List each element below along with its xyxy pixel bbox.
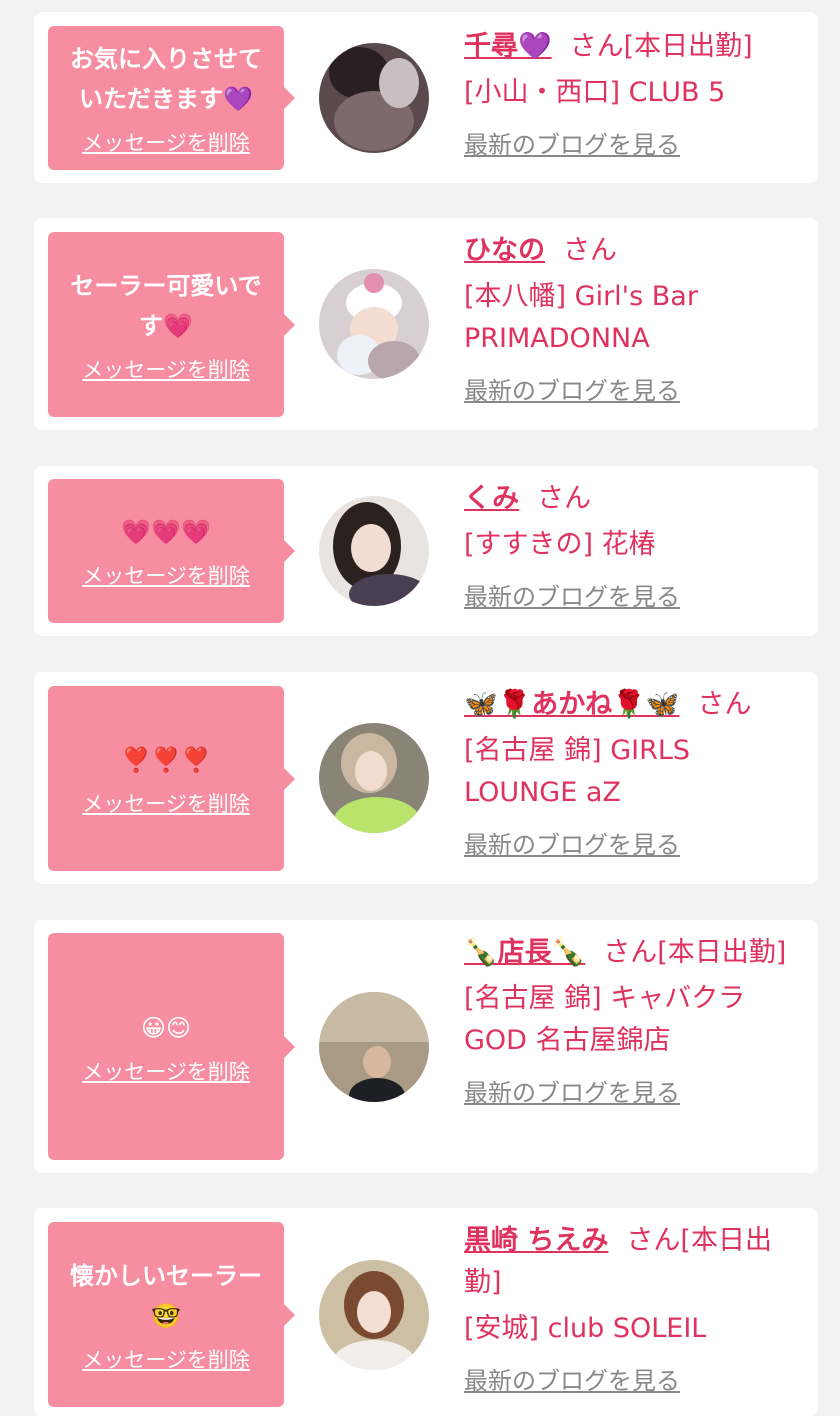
message-text: セーラー可愛いです💗 bbox=[70, 271, 262, 340]
avatar[interactable] bbox=[319, 723, 429, 833]
cast-info: 千尋💜 さん[本日出勤] [小山・西口] CLUB 5 最新のブログを見る bbox=[464, 26, 804, 162]
favorites-list: お気に入りさせていただきます💜 メッセージを削除 千尋💜 さん[本日出勤] [小山… bbox=[0, 0, 840, 1416]
message-bubble: 💗💗💗 メッセージを削除 bbox=[48, 479, 295, 623]
favorite-card: セーラー可愛いです💗 メッセージを削除 ひなの さん [本八幡] Girl's B… bbox=[34, 218, 818, 430]
cast-name-link[interactable]: ひなの bbox=[464, 235, 545, 266]
favorite-card: ❣️❣️❣️ メッセージを削除 🦋🌹あかね🌹🦋 さん [名古屋 錦] GIRLS … bbox=[34, 672, 818, 884]
cast-status: さん bbox=[697, 689, 752, 720]
message-bubble: 😀😊 メッセージを削除 bbox=[48, 933, 295, 1160]
message-text: お気に入りさせていただきます💜 bbox=[70, 45, 262, 113]
avatar[interactable] bbox=[319, 43, 429, 153]
latest-blog-link[interactable]: 最新のブログを見る bbox=[464, 128, 680, 162]
latest-blog-link[interactable]: 最新のブログを見る bbox=[464, 374, 680, 408]
shop-name: [名古屋 錦] GIRLS LOUNGE aZ bbox=[464, 735, 691, 808]
favorite-card: お気に入りさせていただきます💜 メッセージを削除 千尋💜 さん[本日出勤] [小山… bbox=[34, 12, 818, 183]
cast-info: くみ さん [すすきの] 花椿 最新のブログを見る bbox=[464, 478, 804, 614]
cast-info: ひなの さん [本八幡] Girl's Bar PRIMADONNA 最新のブログ… bbox=[464, 230, 804, 408]
cast-info: 🍾店長🍾 さん[本日出勤] [名古屋 錦] キャバクラGOD 名古屋錦店 最新のブ… bbox=[464, 932, 804, 1110]
delete-message-link[interactable]: メッセージを削除 bbox=[82, 1346, 250, 1374]
cast-info: 🦋🌹あかね🌹🦋 さん [名古屋 錦] GIRLS LOUNGE aZ 最新のブログ… bbox=[464, 684, 804, 862]
message-bubble: 懐かしいセーラー🤓 メッセージを削除 bbox=[48, 1222, 295, 1407]
message-bubble: セーラー可愛いです💗 メッセージを削除 bbox=[48, 232, 295, 417]
delete-message-link[interactable]: メッセージを削除 bbox=[82, 562, 250, 590]
favorite-card: 💗💗💗 メッセージを削除 くみ さん [すすきの] 花椿 最新のブログを見る bbox=[34, 466, 818, 636]
avatar[interactable] bbox=[319, 1260, 429, 1370]
shop-name: [名古屋 錦] キャバクラGOD 名古屋錦店 bbox=[464, 983, 746, 1056]
cast-name-link[interactable]: 🍾店長🍾 bbox=[464, 937, 585, 968]
cast-name-link[interactable]: 千尋💜 bbox=[464, 31, 552, 62]
favorite-card: 😀😊 メッセージを削除 🍾店長🍾 さん[本日出勤] [名古屋 錦] キャバクラGO… bbox=[34, 920, 818, 1173]
avatar[interactable] bbox=[319, 269, 429, 379]
latest-blog-link[interactable]: 最新のブログを見る bbox=[464, 1076, 680, 1110]
message-text: 懐かしいセーラー🤓 bbox=[70, 1261, 262, 1330]
message-text: 😀😊 bbox=[140, 1013, 192, 1042]
cast-status: さん bbox=[537, 483, 592, 514]
avatar[interactable] bbox=[319, 992, 429, 1102]
cast-name-link[interactable]: くみ bbox=[464, 483, 519, 514]
latest-blog-link[interactable]: 最新のブログを見る bbox=[464, 580, 680, 614]
cast-name-link[interactable]: 黒崎 ちえみ bbox=[464, 1225, 608, 1256]
latest-blog-link[interactable]: 最新のブログを見る bbox=[464, 828, 680, 862]
delete-message-link[interactable]: メッセージを削除 bbox=[82, 129, 250, 157]
message-text: 💗💗💗 bbox=[121, 518, 211, 546]
cast-name-link[interactable]: 🦋🌹あかね🌹🦋 bbox=[464, 689, 679, 720]
shop-name: [本八幡] Girl's Bar PRIMADONNA bbox=[464, 281, 698, 354]
avatar[interactable] bbox=[319, 496, 429, 606]
delete-message-link[interactable]: メッセージを削除 bbox=[82, 356, 250, 384]
cast-status: さん[本日出勤] bbox=[603, 937, 787, 968]
shop-name: [小山・西口] CLUB 5 bbox=[464, 77, 726, 108]
delete-message-link[interactable]: メッセージを削除 bbox=[82, 790, 250, 818]
shop-name: [すすきの] 花椿 bbox=[464, 529, 656, 560]
delete-message-link[interactable]: メッセージを削除 bbox=[82, 1058, 250, 1086]
cast-status: さん bbox=[563, 235, 617, 266]
cast-info: 黒崎 ちえみ さん[本日出勤] [安城] club SOLEIL 最新のブログを見… bbox=[464, 1220, 804, 1398]
message-text: ❣️❣️❣️ bbox=[121, 745, 211, 774]
shop-name: [安城] club SOLEIL bbox=[464, 1313, 707, 1344]
latest-blog-link[interactable]: 最新のブログを見る bbox=[464, 1364, 680, 1398]
cast-status: さん[本日出勤] bbox=[569, 31, 753, 62]
message-bubble: お気に入りさせていただきます💜 メッセージを削除 bbox=[48, 26, 295, 170]
favorite-card: 懐かしいセーラー🤓 メッセージを削除 黒崎 ちえみ さん[本日出勤] [安城] c… bbox=[34, 1208, 818, 1416]
message-bubble: ❣️❣️❣️ メッセージを削除 bbox=[48, 686, 295, 871]
